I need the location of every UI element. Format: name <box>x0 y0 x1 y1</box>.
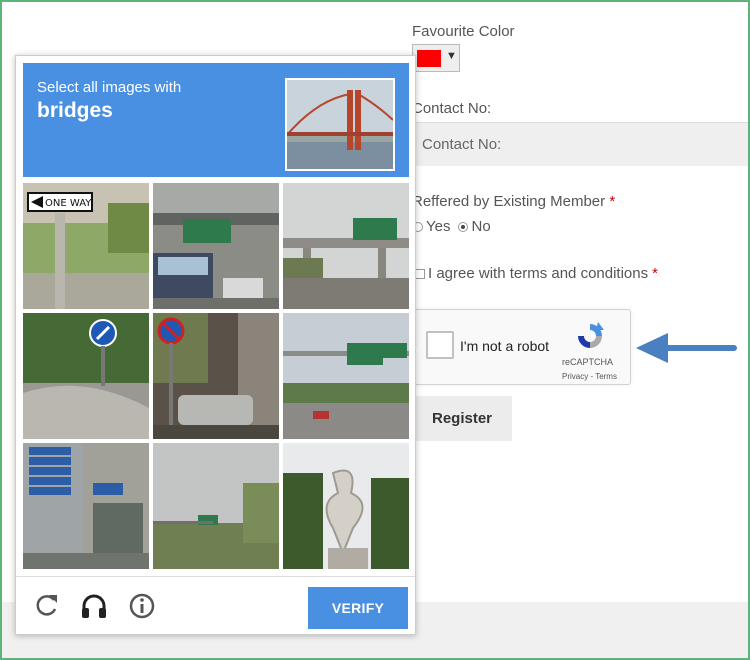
required-mark: * <box>609 193 616 210</box>
radio-yes-label: Yes <box>426 218 451 235</box>
register-button[interactable]: Register <box>412 396 512 441</box>
image-grid: ONE WAY <box>23 183 409 569</box>
recaptcha-logo-icon <box>578 322 604 348</box>
sample-bridge-image <box>285 78 395 171</box>
recaptcha-checkbox[interactable] <box>426 331 454 359</box>
recaptcha-label: I'm not a robot <box>460 338 550 354</box>
image-tile-4[interactable] <box>23 313 149 439</box>
image-tile-1[interactable]: ONE WAY <box>23 183 149 309</box>
image-tile-5[interactable] <box>153 313 279 439</box>
contact-input[interactable]: Contact No: <box>412 122 748 166</box>
pointer-arrow-icon <box>636 333 737 363</box>
color-picker[interactable]: ▼ <box>412 44 460 72</box>
challenge-instruction: Select all images with <box>37 79 182 96</box>
terms-label: I agree with terms and conditions <box>428 265 649 282</box>
contact-placeholder: Contact No: <box>422 136 502 153</box>
radio-no[interactable] <box>458 221 469 232</box>
terms-required-mark: * <box>652 265 658 282</box>
image-tile-8[interactable] <box>153 443 279 569</box>
reload-icon[interactable] <box>34 592 60 618</box>
terms-row: I agree with terms and conditions * <box>415 265 658 282</box>
contact-label: Contact No: <box>412 100 492 117</box>
favourite-color-label: Favourite Color <box>412 23 515 40</box>
info-icon[interactable] <box>128 592 156 620</box>
image-tile-7[interactable] <box>23 443 149 569</box>
headphones-icon[interactable] <box>80 592 108 620</box>
captcha-challenge-panel: Select all images with bridges ONE WAY V… <box>15 55 416 635</box>
challenge-target: bridges <box>37 99 113 122</box>
radio-no-label: No <box>471 218 491 235</box>
recaptcha-brand: reCAPTCHA <box>562 357 614 367</box>
color-swatch <box>417 50 441 67</box>
terms-checkbox[interactable] <box>415 268 425 279</box>
image-tile-9[interactable] <box>283 443 409 569</box>
image-tile-3[interactable] <box>283 183 409 309</box>
referred-label: Reffered by Existing Member * <box>412 193 615 210</box>
one-way-sign-text: ONE WAY <box>45 198 92 209</box>
recaptcha-links[interactable]: Privacy - Terms <box>562 372 617 381</box>
referred-label-text: Reffered by Existing Member <box>412 193 606 210</box>
challenge-header: Select all images with bridges <box>23 63 409 177</box>
verify-button[interactable]: VERIFY <box>308 587 408 629</box>
recaptcha-widget: I'm not a robot reCAPTCHA Privacy - Term… <box>411 309 631 385</box>
image-tile-6[interactable] <box>283 313 409 439</box>
caret-down-icon: ▼ <box>446 50 457 62</box>
referred-radio-group: Yes No <box>413 218 491 235</box>
image-tile-2[interactable] <box>153 183 279 309</box>
page-frame: Favourite Color ▼ Contact No: Contact No… <box>0 0 750 660</box>
challenge-footer: VERIFY <box>16 576 415 635</box>
